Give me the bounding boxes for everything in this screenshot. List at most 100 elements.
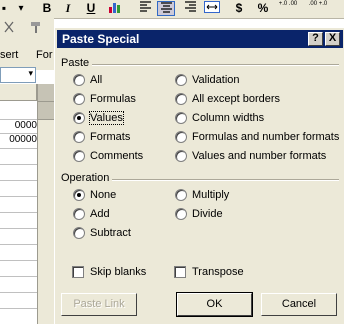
close-button[interactable]: X: [325, 32, 340, 46]
checkbox[interactable]: [174, 266, 186, 278]
gridline: [0, 180, 37, 181]
option-label: Values: [89, 111, 124, 125]
italic-button[interactable]: I: [61, 1, 75, 16]
option-label: All: [90, 74, 103, 86]
radio-column-widths[interactable]: Column widths: [175, 111, 264, 125]
row-header[interactable]: [38, 84, 54, 102]
radio-button[interactable]: [175, 150, 187, 162]
paste-group-label: Paste: [61, 57, 93, 69]
format-painter-icon[interactable]: [30, 21, 44, 37]
gridline: [0, 260, 37, 261]
chart-icon[interactable]: [107, 1, 123, 16]
radio-formulas[interactable]: Formulas: [73, 92, 136, 106]
radio-button[interactable]: [175, 112, 187, 124]
radio-all[interactable]: All: [73, 73, 102, 87]
radio-values-and-number-formats[interactable]: Values and number formats: [175, 149, 326, 163]
option-label: Comments: [90, 150, 144, 162]
name-box[interactable]: ▾: [0, 67, 36, 83]
gridline: [0, 196, 37, 197]
option-label: Formats: [90, 131, 131, 143]
cell-value[interactable]: 0000: [0, 120, 37, 131]
radio-formulas-and-number-formats[interactable]: Formulas and number formats: [175, 130, 339, 144]
checkbox[interactable]: [72, 266, 84, 278]
radio-button[interactable]: [73, 74, 85, 86]
menu-insert[interactable]: sert: [0, 49, 18, 61]
dialog-title-bar[interactable]: Paste Special ? X: [57, 30, 343, 48]
cut-icon[interactable]: [2, 21, 16, 37]
column-header[interactable]: [0, 84, 37, 101]
option-label: Validation: [192, 74, 240, 86]
radio-comments[interactable]: Comments: [73, 149, 143, 163]
radio-subtract[interactable]: Subtract: [73, 226, 131, 240]
menu-bar: sert For: [0, 18, 54, 70]
align-right-icon[interactable]: [181, 1, 197, 16]
gridline: [0, 292, 37, 293]
help-button[interactable]: ?: [308, 32, 323, 46]
radio-button-selected[interactable]: [73, 189, 85, 201]
chevron-down-icon[interactable]: ▾: [28, 68, 33, 79]
option-label: All except borders: [192, 93, 281, 105]
gridline: [0, 308, 37, 309]
checkbox-label: Transpose: [192, 266, 244, 278]
option-label: None: [90, 189, 117, 201]
radio-button[interactable]: [175, 74, 187, 86]
radio-button[interactable]: [175, 93, 187, 105]
cell-value[interactable]: 00000: [0, 134, 37, 145]
percent-button[interactable]: %: [256, 1, 270, 16]
skip-blanks-checkbox[interactable]: Skip blanks: [72, 265, 146, 279]
option-label: Values and number formats: [192, 150, 327, 162]
radio-button[interactable]: [73, 208, 85, 220]
radio-button[interactable]: [73, 93, 85, 105]
toolbar-icon-partial-2[interactable]: ▾: [14, 1, 28, 16]
currency-button[interactable]: $: [232, 1, 246, 16]
operation-group-label: Operation: [61, 172, 113, 184]
radio-button[interactable]: [175, 131, 187, 143]
gridline: [0, 276, 37, 277]
align-left-icon[interactable]: [138, 1, 154, 16]
gridline: [0, 228, 37, 229]
ok-button[interactable]: OK: [177, 293, 252, 316]
paste-link-button[interactable]: Paste Link: [61, 293, 137, 316]
radio-button[interactable]: [175, 208, 187, 220]
radio-divide[interactable]: Divide: [175, 207, 223, 221]
radio-button[interactable]: [73, 227, 85, 239]
radio-values[interactable]: Values: [73, 111, 124, 125]
gridline: [0, 148, 37, 149]
option-label: Multiply: [192, 189, 230, 201]
option-label: Formulas: [90, 93, 136, 105]
selected-column-header[interactable]: [37, 84, 54, 324]
dialog-title: Paste Special: [62, 32, 140, 46]
increase-decimal-button[interactable]: +.0 .00: [276, 1, 300, 16]
row-header[interactable]: [38, 102, 54, 120]
option-label: Add: [90, 208, 110, 220]
merge-center-icon[interactable]: [203, 1, 221, 16]
option-label: Subtract: [90, 227, 131, 239]
gridline: [0, 212, 37, 213]
checkbox-label: Skip blanks: [90, 266, 147, 278]
gridline: [0, 244, 37, 245]
bold-button[interactable]: B: [40, 1, 54, 16]
radio-all-except-borders[interactable]: All except borders: [175, 92, 280, 106]
decrease-decimal-button[interactable]: .00 +.0: [306, 1, 330, 16]
option-label: Column widths: [192, 112, 265, 124]
radio-formats[interactable]: Formats: [73, 130, 130, 144]
formatting-toolbar: ▪ ▾ B I U $ % +.0 .00 .00 +.0: [0, 0, 344, 19]
transpose-checkbox[interactable]: Transpose: [174, 265, 244, 279]
paste-group-line: [61, 64, 339, 66]
toolbar-icon-partial[interactable]: ▪: [0, 1, 8, 16]
radio-add[interactable]: Add: [73, 207, 110, 221]
align-center-icon[interactable]: [157, 1, 175, 16]
underline-button[interactable]: U: [84, 1, 98, 16]
cancel-button[interactable]: Cancel: [261, 293, 337, 316]
radio-button[interactable]: [73, 150, 85, 162]
radio-validation[interactable]: Validation: [175, 73, 240, 87]
menu-format[interactable]: For: [36, 49, 53, 61]
radio-button-selected[interactable]: [73, 112, 85, 124]
radio-multiply[interactable]: Multiply: [175, 188, 229, 202]
radio-button[interactable]: [73, 131, 85, 143]
paste-special-dialog: Paste Special ? X Paste All Formulas Val…: [54, 27, 344, 324]
option-label: Formulas and number formats: [192, 131, 340, 143]
radio-button[interactable]: [175, 189, 187, 201]
gridline: [0, 164, 37, 165]
radio-none[interactable]: None: [73, 188, 116, 202]
